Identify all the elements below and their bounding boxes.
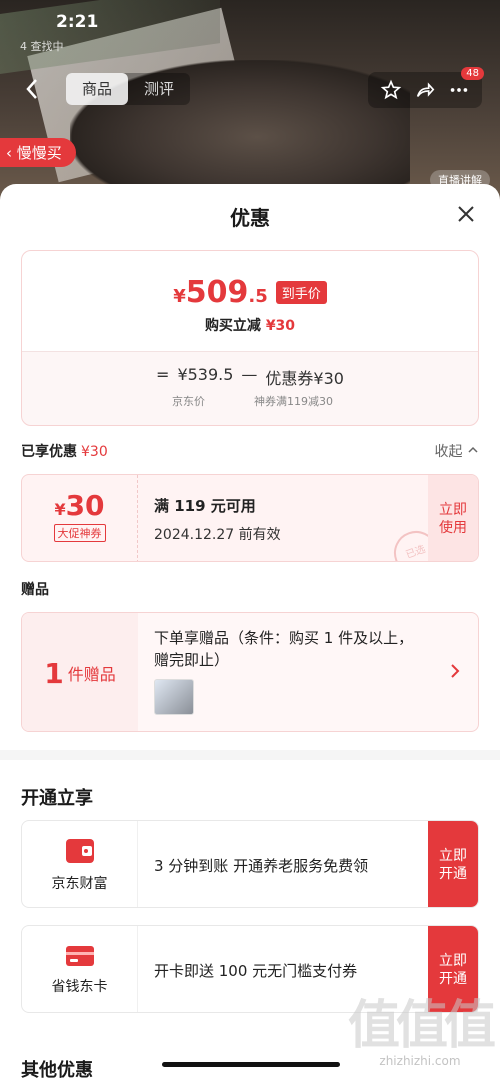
discount-sheet: 优惠 ¥509.5 到手价 购买立减 ¥30 = ¥539.5 — 优惠券¥30… (0, 184, 500, 1081)
wallet-icon (65, 839, 94, 863)
share-icon (416, 82, 435, 97)
service-open-button[interactable]: 立即开通 (428, 821, 478, 907)
coupon-card[interactable]: ¥30 大促神券 满 119 元可用 2024.12.27 前有效 已选 立即使… (21, 474, 479, 562)
price-calculation: = ¥539.5 — 优惠券¥30 (22, 365, 478, 389)
message-badge: 48 (461, 67, 484, 80)
service-brand-jd-wealth: 京东财富 (22, 821, 138, 907)
coupon-amount-block: ¥30 大促神券 (22, 475, 138, 561)
buy-reduce-label: 购买立减 (204, 318, 261, 334)
star-icon (380, 79, 402, 100)
price-decimal: .5 (248, 286, 268, 307)
gift-description: 下单享赠品（条件：购买 1 件及以上，赠完即止） (154, 629, 414, 669)
enjoyed-amount: ¥30 (81, 444, 108, 460)
close-button[interactable] (454, 202, 478, 226)
home-indicator[interactable] (162, 1062, 340, 1067)
gift-header: 赠品 (21, 582, 49, 598)
calc-coupon-label: 神券满119减30 (254, 395, 333, 408)
tab-product[interactable]: 商品 (66, 73, 129, 105)
buy-reduce-amount: ¥30 (265, 318, 296, 334)
service-card-jd-wealth[interactable]: 京东财富 3 分钟到账 开通养老服务免费领 立即开通 (21, 820, 479, 908)
other-header: 其他优惠 (21, 1060, 93, 1081)
close-icon (458, 206, 474, 222)
chevron-up-icon (468, 446, 478, 453)
calc-jd-label: 京东价 (172, 395, 205, 408)
final-price: ¥509.5 (173, 275, 268, 310)
collapse-button[interactable]: 收起 (435, 441, 479, 461)
service-text: 3 分钟到账 开通养老服务免费领 (154, 857, 369, 875)
share-button[interactable] (408, 73, 442, 107)
buy-reduce: 购买立减 ¥30 (22, 315, 478, 335)
chevron-right-icon (451, 664, 460, 678)
gift-count-block: 1 件赠品 (22, 613, 138, 731)
back-button[interactable] (18, 74, 48, 104)
enjoyed-title: 已享优惠 (21, 444, 77, 460)
coupon-expiry: 2024.12.27 前有效 (154, 527, 281, 543)
coupon-condition: 满 119 元可用 (154, 497, 256, 515)
gift-count: 1 (44, 656, 64, 690)
chevron-left-small-icon: ‹ (6, 144, 17, 162)
price-divider (22, 351, 478, 352)
watermark-url: zhizhizhi.com (379, 1054, 461, 1068)
gift-thumbnail (154, 679, 194, 715)
service-name: 省钱东卡 (51, 979, 108, 995)
price-integer: 509 (185, 275, 249, 310)
slow-buy-label: 慢慢买 (16, 144, 62, 162)
calc-jd-price: ¥539.5 (177, 365, 234, 384)
calc-coupon: 优惠券¥30 (265, 369, 344, 388)
coupon-info: 满 119 元可用 2024.12.27 前有效 (154, 495, 281, 544)
tab-bar: 商品 测评 (66, 73, 191, 105)
collapse-label: 收起 (434, 444, 463, 460)
gift-count-label: 件赠品 (67, 665, 116, 684)
coupon-use-button[interactable]: 立即使用 (428, 475, 478, 561)
more-dots-icon (450, 88, 468, 92)
status-sub: 4 查找中 (20, 40, 64, 53)
slow-buy-tag[interactable]: ‹ 慢慢买 (0, 138, 76, 167)
coupon-amount: ¥30 (22, 489, 137, 522)
tab-review[interactable]: 测评 (128, 73, 190, 105)
service-text: 开卡即送 100 元无门槛支付券 (154, 962, 358, 980)
final-price-row: ¥509.5 到手价 (22, 275, 478, 310)
service-name: 京东财富 (51, 876, 108, 892)
top-nav: 商品 测评 48 (0, 67, 500, 110)
chevron-left-icon (26, 79, 37, 99)
status-time: 2:21 (56, 12, 99, 32)
calc-minus: — (241, 365, 258, 384)
price-card: ¥509.5 到手价 购买立减 ¥30 = ¥539.5 — 优惠券¥30 京东… (21, 250, 479, 426)
gift-detail-button[interactable] (448, 661, 462, 681)
watermark-logo: 值值值 (347, 996, 496, 1056)
price-currency: ¥ (173, 286, 186, 307)
section-separator (0, 750, 500, 760)
service-brand-saving-card: 省钱东卡 (22, 926, 138, 1012)
calc-equals: = (156, 365, 170, 384)
open-header: 开通立享 (21, 788, 93, 809)
sheet-title: 优惠 (230, 206, 270, 230)
nav-actions: 48 (368, 67, 484, 108)
gift-card[interactable]: 1 件赠品 下单享赠品（条件：购买 1 件及以上，赠完即止） (21, 612, 479, 732)
coupon-amount-value: 30 (65, 489, 105, 522)
final-price-tag: 到手价 (275, 281, 327, 304)
favorite-button[interactable] (374, 73, 408, 107)
coupon-tag: 大促神券 (53, 524, 106, 542)
more-button[interactable]: 48 (442, 67, 484, 107)
card-icon (65, 946, 94, 966)
coupon-currency: ¥ (54, 500, 66, 519)
enjoyed-header: 已享优惠 ¥30 (21, 441, 108, 461)
watermark: 值值值 zhizhizhi.com (347, 996, 496, 1068)
